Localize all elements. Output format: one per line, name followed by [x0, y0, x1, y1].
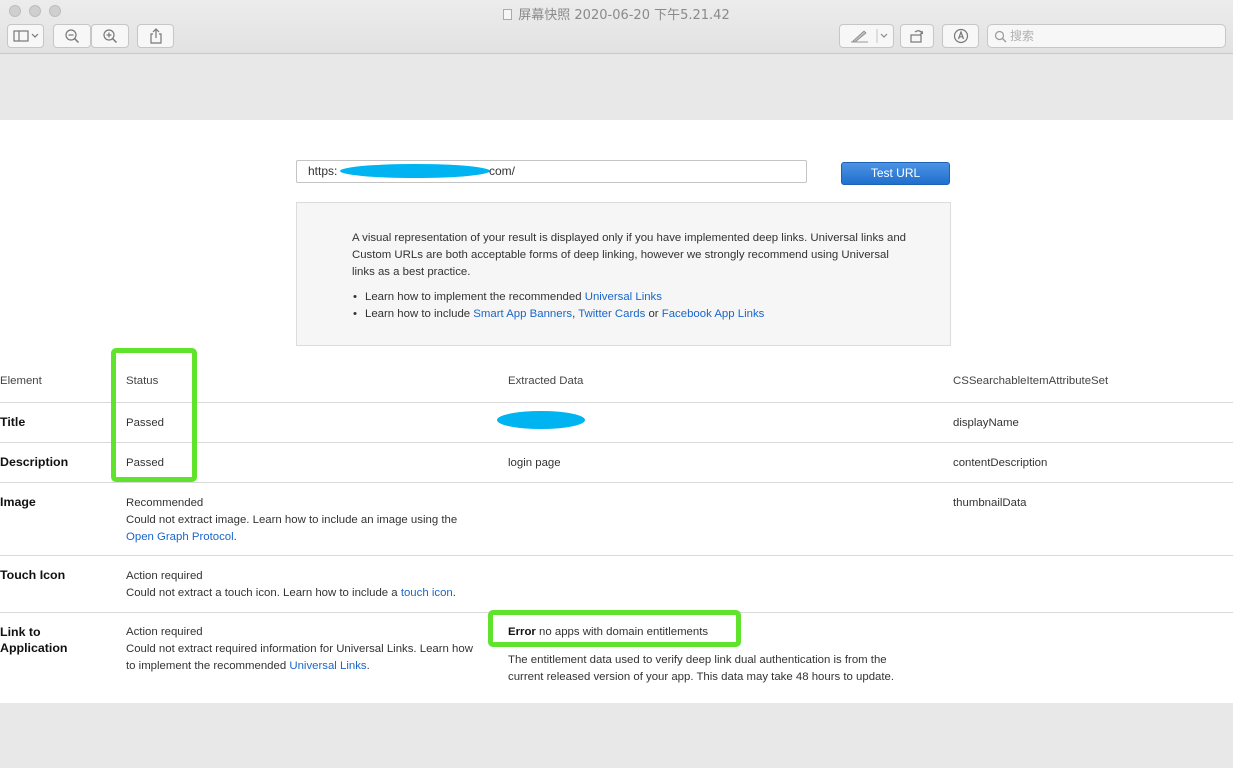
bottom-gray-band: [0, 703, 1233, 768]
top-gray-band: [0, 55, 1233, 120]
open-graph-protocol-link[interactable]: Open Graph Protocol: [126, 531, 234, 543]
error-highlight-box: [488, 610, 741, 647]
chevron-down-icon: [31, 33, 38, 38]
test-url-button[interactable]: Test URL: [841, 162, 950, 185]
status-detail: Could not extract a touch icon. Learn ho…: [126, 585, 486, 602]
sidebar-icon: [12, 30, 38, 42]
entitlement-note: The entitlement data used to verify deep…: [508, 654, 895, 683]
zoom-out-button[interactable]: [53, 24, 91, 48]
title-bar: 屏幕快照 2020-06-20 下午5.21.42 搜索: [0, 0, 1233, 54]
zoom-in-icon: [103, 29, 117, 43]
zoom-out-icon: [65, 29, 79, 43]
info-item-text: Learn how to include: [365, 308, 474, 320]
url-prefix: https:: [308, 164, 338, 178]
element-name-line: Link to: [0, 625, 41, 639]
markup-toolbar-button[interactable]: [942, 24, 979, 48]
rotate-button[interactable]: [900, 24, 934, 48]
extracted-data-value: login page: [508, 457, 561, 469]
status-value: Action required: [126, 570, 203, 582]
status-detail-text: Could not extract a touch icon. Learn ho…: [126, 587, 401, 599]
twitter-cards-link[interactable]: Twitter Cards: [578, 308, 645, 320]
info-paragraph: A visual representation of your result i…: [352, 232, 907, 278]
pen-icon: [850, 29, 887, 43]
header-element: Element: [0, 375, 42, 387]
status-cell: Recommended Could not extract image. Lea…: [126, 495, 486, 546]
url-suffix: com/: [489, 164, 516, 178]
element-name: Image: [0, 495, 36, 509]
status-detail: Could not extract required information f…: [126, 641, 482, 675]
info-box: A visual representation of your result i…: [296, 202, 951, 346]
sidebar-toggle-button[interactable]: [7, 24, 44, 48]
element-name: Title: [0, 415, 26, 429]
period: .: [366, 660, 370, 672]
element-name-line: Application: [0, 641, 68, 655]
attribute-name: contentDescription: [953, 457, 1048, 469]
info-list-item: Learn how to implement the recommended U…: [352, 289, 912, 306]
element-name: Link to Application: [0, 624, 67, 656]
document-icon: [503, 9, 513, 20]
window-title-text: 屏幕快照 2020-06-20 下午5.21.42: [518, 8, 730, 23]
chevron-down-icon: [880, 33, 887, 38]
rotate-icon: [910, 30, 924, 43]
universal-links-link[interactable]: Universal Links: [585, 291, 662, 303]
period: .: [233, 531, 237, 543]
status-value: Recommended: [126, 497, 204, 509]
markup-pen-button[interactable]: [839, 24, 894, 48]
search-icon: [994, 30, 1007, 43]
element-name: Touch Icon: [0, 568, 66, 582]
header-attribute-set: CSSearchableItemAttributeSet: [953, 375, 1109, 387]
status-value: Action required: [126, 626, 203, 638]
attribute-name: thumbnailData: [953, 497, 1027, 509]
url-input[interactable]: https: com/: [296, 160, 807, 183]
search-field[interactable]: 搜索: [987, 24, 1226, 48]
universal-links-link[interactable]: Universal Links: [289, 660, 366, 672]
share-button[interactable]: [137, 24, 174, 48]
attribute-name: displayName: [953, 417, 1019, 429]
zoom-in-button[interactable]: [91, 24, 129, 48]
info-item-text: Learn how to implement the recommended: [365, 291, 585, 303]
facebook-app-links-link[interactable]: Facebook App Links: [662, 308, 765, 320]
element-name: Description: [0, 455, 69, 469]
smart-app-banners-link[interactable]: Smart App Banners: [473, 308, 572, 320]
touch-icon-link[interactable]: touch icon: [401, 587, 453, 599]
info-list: Learn how to implement the recommended U…: [352, 289, 912, 323]
table-row: Touch Icon Action required Could not ext…: [0, 556, 1233, 613]
window-title: 屏幕快照 2020-06-20 下午5.21.42: [0, 4, 1233, 23]
status-detail-text: Could not extract image. Learn how to in…: [126, 514, 458, 526]
period: .: [452, 587, 456, 599]
status-highlight-box: [111, 348, 197, 482]
share-icon: [149, 28, 162, 44]
status-cell: Action required Could not extract requir…: [126, 624, 482, 675]
markup-icon: [953, 28, 968, 44]
status-detail: Could not extract image. Learn how to in…: [126, 512, 486, 546]
table-row: Image Recommended Could not extract imag…: [0, 483, 1233, 556]
redacted-title: [497, 411, 585, 429]
info-list-item: Learn how to include Smart App Banners, …: [352, 306, 912, 323]
separator: or: [645, 308, 662, 320]
redacted-domain: [340, 164, 490, 178]
search-placeholder: 搜索: [1010, 29, 1035, 43]
page-content: https: com/ Test URL A visual representa…: [0, 120, 1233, 703]
status-cell: Action required Could not extract a touc…: [126, 568, 486, 602]
preview-window: 屏幕快照 2020-06-20 下午5.21.42 搜索 https: com/…: [0, 0, 1233, 768]
header-extracted-data: Extracted Data: [508, 375, 584, 387]
